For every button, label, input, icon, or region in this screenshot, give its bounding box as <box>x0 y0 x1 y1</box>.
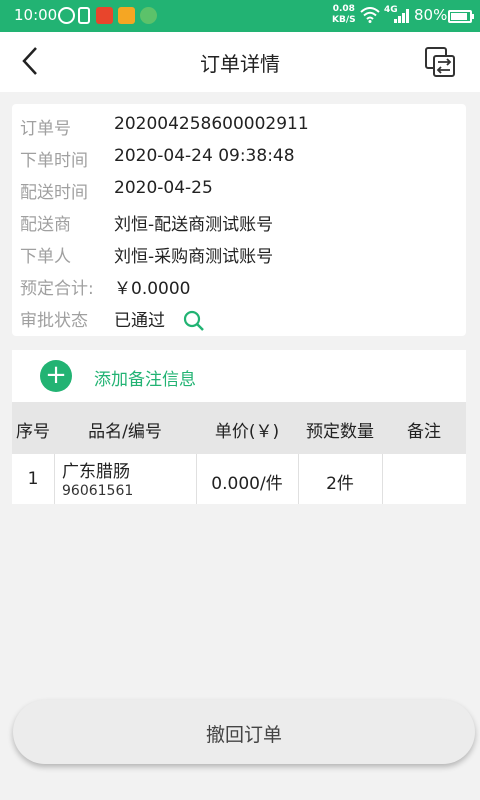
revoke-order-label: 撤回订单 <box>205 724 282 746</box>
col-header-qty: 预定数量 <box>306 422 374 442</box>
product-name: 广东腊肠 <box>62 462 130 482</box>
chat-app-icon <box>140 7 157 24</box>
battery-icon <box>448 10 472 23</box>
switch-button[interactable] <box>424 46 456 78</box>
col-header-price: 单价(￥) <box>214 422 280 442</box>
col-header-index: 序号 <box>16 422 50 442</box>
wifi-app-icon <box>96 7 113 24</box>
search-icon[interactable] <box>182 309 206 333</box>
total-label: 预定合计: <box>20 279 94 299</box>
product-qty: 2件 <box>326 474 354 494</box>
vibrate-icon <box>78 7 90 24</box>
orderer-label: 下单人 <box>20 247 71 267</box>
total-value: ￥0.0000 <box>114 279 191 299</box>
revoke-order-button[interactable]: 撤回订单 <box>13 700 475 764</box>
table-row[interactable]: 1 广东腊肠 96061561 0.000/件 2件 <box>12 454 466 504</box>
switch-arrows-icon <box>425 47 455 77</box>
net-speed-unit: KB/S <box>332 15 356 25</box>
cell-divider <box>382 454 383 504</box>
cell-divider <box>54 454 55 504</box>
order-number-value: 202004258600002911 <box>114 114 309 134</box>
signal-icon <box>394 9 409 23</box>
net-speed-value: 0.08 <box>332 4 355 14</box>
product-code: 96061561 <box>62 483 134 499</box>
battery-percent: 80% <box>414 6 448 24</box>
col-header-name: 品名/编号 <box>88 422 162 442</box>
product-price: 0.000/件 <box>211 474 283 494</box>
order-info-card: 订单号 202004258600002911 下单时间 2020-04-24 0… <box>12 104 466 336</box>
gallery-app-icon <box>118 7 135 24</box>
delivery-time-label: 配送时间 <box>20 183 88 203</box>
distributor-label: 配送商 <box>20 215 71 235</box>
approval-row: 审批状态 已通过 <box>20 306 320 334</box>
top-nav-bar: 订单详情 <box>0 32 480 92</box>
alarm-icon <box>58 7 75 24</box>
net-speed: 0.08 KB/S <box>332 4 356 26</box>
page-title: 订单详情 <box>200 52 280 76</box>
orderer-value: 刘恒-采购商测试账号 <box>114 247 274 267</box>
order-time-label: 下单时间 <box>20 151 88 171</box>
row-index: 1 <box>27 469 39 489</box>
order-number-label: 订单号 <box>20 119 71 139</box>
wifi-icon <box>360 7 380 23</box>
add-remark-label[interactable]: 添加备注信息 <box>94 365 196 390</box>
distributor-value: 刘恒-配送商测试账号 <box>114 215 274 235</box>
status-bar: 10:00 0.08 KB/S 4G 80% <box>0 0 480 32</box>
delivery-time-value: 2020-04-25 <box>114 178 213 198</box>
plus-icon[interactable]: + <box>40 360 72 392</box>
order-time-value: 2020-04-24 09:38:48 <box>114 146 295 166</box>
approval-label: 审批状态 <box>20 311 88 331</box>
add-remark-bar[interactable]: + 添加备注信息 <box>12 350 466 402</box>
table-header: 序号 品名/编号 单价(￥) 预定数量 备注 <box>12 402 466 454</box>
status-time: 10:00 <box>14 6 58 24</box>
approval-value: 已通过 <box>114 311 165 331</box>
battery-tip <box>472 14 474 19</box>
col-header-note: 备注 <box>407 422 441 442</box>
